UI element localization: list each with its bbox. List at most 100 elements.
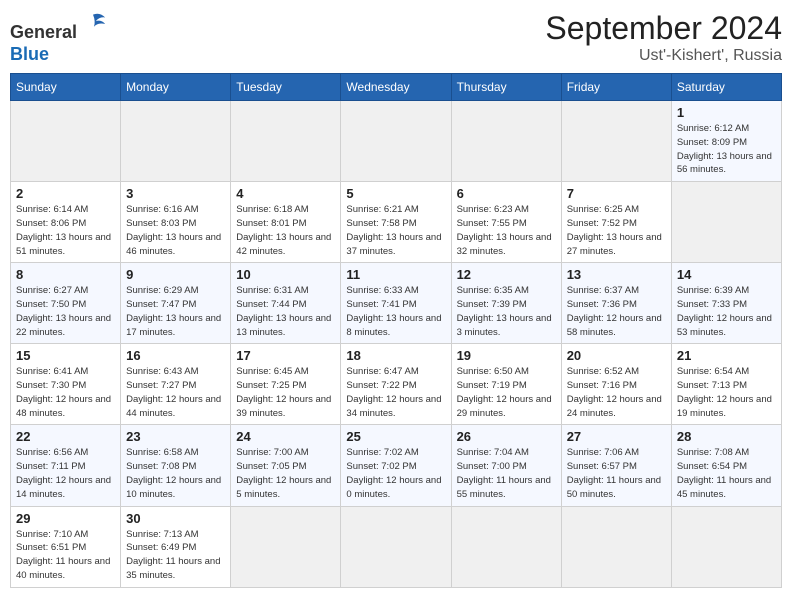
calendar-cell: 24Sunrise: 7:00 AMSunset: 7:05 PMDayligh…: [231, 425, 341, 506]
calendar-cell: 6Sunrise: 6:23 AMSunset: 7:55 PMDaylight…: [451, 182, 561, 263]
title-block: September 2024 Ust'-Kishert', Russia: [545, 10, 782, 65]
day-info: Sunrise: 6:58 AMSunset: 7:08 PMDaylight:…: [126, 446, 225, 501]
calendar-cell: [341, 506, 451, 587]
calendar-cell: [671, 182, 781, 263]
logo: General Blue: [10, 10, 107, 65]
day-number: 24: [236, 429, 335, 444]
day-number: 2: [16, 186, 115, 201]
day-number: 3: [126, 186, 225, 201]
calendar-cell: 23 Sunrise: 6:58 AMSunset: 7:08 PMDayligh…: [121, 425, 231, 506]
day-info: Sunrise: 6:31 AMSunset: 7:44 PMDaylight:…: [236, 284, 335, 339]
calendar-cell: 15 Sunrise: 6:41 AMSunset: 7:30 PMDayligh…: [11, 344, 121, 425]
day-info: Sunrise: 6:41 AMSunset: 7:30 PMDaylight:…: [16, 365, 115, 420]
header-row: SundayMondayTuesdayWednesdayThursdayFrid…: [11, 74, 782, 101]
calendar-cell: 11 Sunrise: 6:33 AMSunset: 7:41 PMDayligh…: [341, 263, 451, 344]
logo-bird-icon: [79, 10, 107, 38]
calendar-cell: 12Sunrise: 6:35 AMSunset: 7:39 PMDayligh…: [451, 263, 561, 344]
day-info: Sunrise: 6:50 AMSunset: 7:19 PMDaylight:…: [457, 365, 556, 420]
day-number: 15: [16, 348, 115, 363]
calendar-cell: 2 Sunrise: 6:14 AMSunset: 8:06 PMDaylight…: [11, 182, 121, 263]
day-number: 13: [567, 267, 666, 282]
calendar-cell: [231, 506, 341, 587]
day-number: 22: [16, 429, 115, 444]
calendar-cell: 22 Sunrise: 6:56 AMSunset: 7:11 PMDayligh…: [11, 425, 121, 506]
day-info: Sunrise: 6:39 AMSunset: 7:33 PMDaylight:…: [677, 284, 776, 339]
day-number: 17: [236, 348, 335, 363]
day-number: 16: [126, 348, 225, 363]
day-info: Sunrise: 6:43 AMSunset: 7:27 PMDaylight:…: [126, 365, 225, 420]
day-number: 19: [457, 348, 556, 363]
day-number: 7: [567, 186, 666, 201]
calendar-cell: 16 Sunrise: 6:43 AMSunset: 7:27 PMDayligh…: [121, 344, 231, 425]
calendar-cell: 7Sunrise: 6:25 AMSunset: 7:52 PMDaylight…: [561, 182, 671, 263]
day-info: Sunrise: 6:21 AMSunset: 7:58 PMDaylight:…: [346, 203, 445, 258]
calendar-cell: 9 Sunrise: 6:29 AMSunset: 7:47 PMDaylight…: [121, 263, 231, 344]
day-info: Sunrise: 6:16 AMSunset: 8:03 PMDaylight:…: [126, 203, 225, 258]
day-info: Sunrise: 6:12 AMSunset: 8:09 PMDaylight:…: [677, 122, 776, 177]
day-number: 30: [126, 511, 225, 526]
calendar-cell: 18 Sunrise: 6:47 AMSunset: 7:22 PMDayligh…: [341, 344, 451, 425]
calendar-week-2: 2 Sunrise: 6:14 AMSunset: 8:06 PMDaylight…: [11, 182, 782, 263]
day-number: 8: [16, 267, 115, 282]
day-number: 29: [16, 511, 115, 526]
day-info: Sunrise: 6:35 AMSunset: 7:39 PMDaylight:…: [457, 284, 556, 339]
day-info: Sunrise: 7:08 AMSunset: 6:54 PMDaylight:…: [677, 446, 776, 501]
day-info: Sunrise: 6:52 AMSunset: 7:16 PMDaylight:…: [567, 365, 666, 420]
calendar-cell: 29Sunrise: 7:10 AMSunset: 6:51 PMDayligh…: [11, 506, 121, 587]
day-number: 10: [236, 267, 335, 282]
calendar-week-5: 22 Sunrise: 6:56 AMSunset: 7:11 PMDayligh…: [11, 425, 782, 506]
day-number: 18: [346, 348, 445, 363]
calendar-cell: 14 Sunrise: 6:39 AMSunset: 7:33 PMDayligh…: [671, 263, 781, 344]
calendar-table: SundayMondayTuesdayWednesdayThursdayFrid…: [10, 73, 782, 587]
calendar-cell: 4Sunrise: 6:18 AMSunset: 8:01 PMDaylight…: [231, 182, 341, 263]
day-number: 9: [126, 267, 225, 282]
calendar-cell: 13Sunrise: 6:37 AMSunset: 7:36 PMDayligh…: [561, 263, 671, 344]
calendar-cell: 30 Sunrise: 7:13 AMSunset: 6:49 PMDayligh…: [121, 506, 231, 587]
calendar-cell: 21 Sunrise: 6:54 AMSunset: 7:13 PMDayligh…: [671, 344, 781, 425]
day-number: 21: [677, 348, 776, 363]
day-info: Sunrise: 6:45 AMSunset: 7:25 PMDaylight:…: [236, 365, 335, 420]
calendar-cell: 27Sunrise: 7:06 AMSunset: 6:57 PMDayligh…: [561, 425, 671, 506]
calendar-cell: [121, 101, 231, 182]
calendar-cell: 19 Sunrise: 6:50 AMSunset: 7:19 PMDayligh…: [451, 344, 561, 425]
day-info: Sunrise: 7:13 AMSunset: 6:49 PMDaylight:…: [126, 528, 225, 583]
header-day-tuesday: Tuesday: [231, 74, 341, 101]
day-info: Sunrise: 6:56 AMSunset: 7:11 PMDaylight:…: [16, 446, 115, 501]
calendar-cell: 26Sunrise: 7:04 AMSunset: 7:00 PMDayligh…: [451, 425, 561, 506]
header-day-friday: Friday: [561, 74, 671, 101]
calendar-week-4: 15 Sunrise: 6:41 AMSunset: 7:30 PMDayligh…: [11, 344, 782, 425]
day-info: Sunrise: 6:29 AMSunset: 7:47 PMDaylight:…: [126, 284, 225, 339]
day-number: 25: [346, 429, 445, 444]
calendar-cell: 3 Sunrise: 6:16 AMSunset: 8:03 PMDaylight…: [121, 182, 231, 263]
calendar-cell: [451, 506, 561, 587]
calendar-week-1: 1Sunrise: 6:12 AMSunset: 8:09 PMDaylight…: [11, 101, 782, 182]
logo-general: General: [10, 22, 77, 42]
calendar-cell: 1Sunrise: 6:12 AMSunset: 8:09 PMDaylight…: [671, 101, 781, 182]
header-day-thursday: Thursday: [451, 74, 561, 101]
page-header: General Blue September 2024 Ust'-Kishert…: [10, 10, 782, 65]
calendar-header: SundayMondayTuesdayWednesdayThursdayFrid…: [11, 74, 782, 101]
calendar-cell: 8Sunrise: 6:27 AMSunset: 7:50 PMDaylight…: [11, 263, 121, 344]
day-number: 14: [677, 267, 776, 282]
day-info: Sunrise: 6:33 AMSunset: 7:41 PMDaylight:…: [346, 284, 445, 339]
calendar-cell: [561, 101, 671, 182]
day-info: Sunrise: 6:18 AMSunset: 8:01 PMDaylight:…: [236, 203, 335, 258]
calendar-cell: 20Sunrise: 6:52 AMSunset: 7:16 PMDayligh…: [561, 344, 671, 425]
calendar-cell: [11, 101, 121, 182]
location-subtitle: Ust'-Kishert', Russia: [545, 47, 782, 65]
day-info: Sunrise: 6:54 AMSunset: 7:13 PMDaylight:…: [677, 365, 776, 420]
calendar-cell: 25Sunrise: 7:02 AMSunset: 7:02 PMDayligh…: [341, 425, 451, 506]
day-info: Sunrise: 7:04 AMSunset: 7:00 PMDaylight:…: [457, 446, 556, 501]
day-number: 11: [346, 267, 445, 282]
header-day-saturday: Saturday: [671, 74, 781, 101]
day-info: Sunrise: 6:47 AMSunset: 7:22 PMDaylight:…: [346, 365, 445, 420]
calendar-cell: 28Sunrise: 7:08 AMSunset: 6:54 PMDayligh…: [671, 425, 781, 506]
calendar-cell: 17 Sunrise: 6:45 AMSunset: 7:25 PMDayligh…: [231, 344, 341, 425]
day-info: Sunrise: 6:14 AMSunset: 8:06 PMDaylight:…: [16, 203, 115, 258]
day-number: 5: [346, 186, 445, 201]
day-info: Sunrise: 6:23 AMSunset: 7:55 PMDaylight:…: [457, 203, 556, 258]
calendar-cell: [451, 101, 561, 182]
header-day-monday: Monday: [121, 74, 231, 101]
logo-blue: Blue: [10, 44, 49, 64]
day-number: 23: [126, 429, 225, 444]
